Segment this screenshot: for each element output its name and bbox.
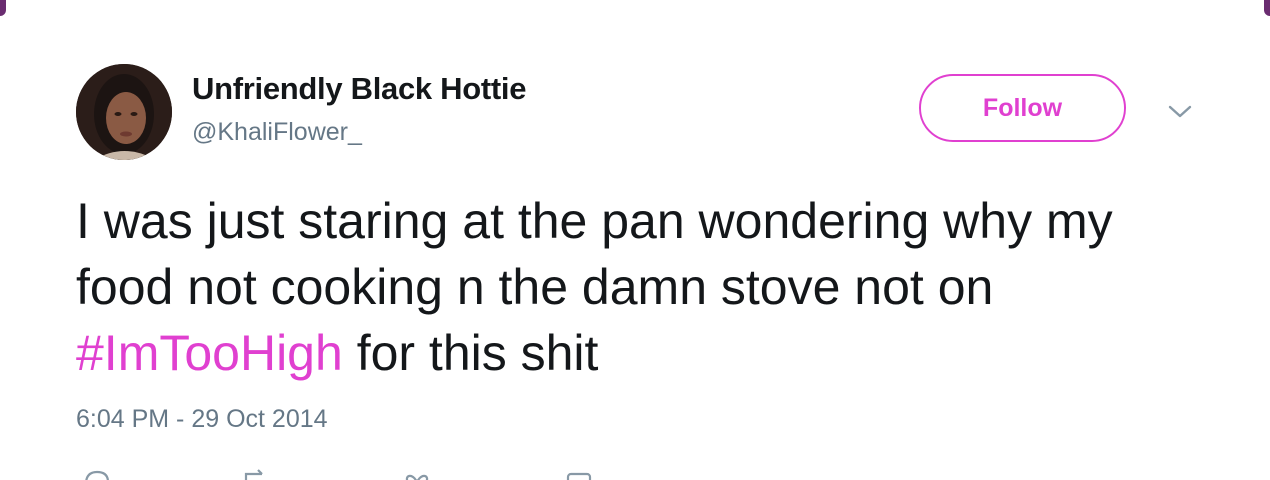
- follow-button[interactable]: Follow: [919, 74, 1126, 142]
- avatar-photo: [76, 64, 172, 160]
- like-icon[interactable]: [402, 468, 432, 480]
- tweet-card: Unfriendly Black Hottie @KhaliFlower_ Fo…: [0, 0, 1270, 480]
- tweet-actions: [76, 468, 676, 480]
- avatar[interactable]: [76, 64, 172, 160]
- tweet-text-tail: for this shit: [342, 325, 599, 381]
- tweet-text: I was just staring at the pan wondering …: [76, 188, 1196, 386]
- author-handle[interactable]: @KhaliFlower_: [192, 118, 362, 147]
- message-icon[interactable]: [564, 468, 594, 480]
- tweet-text-body: I was just staring at the pan wondering …: [76, 193, 1113, 315]
- reply-icon[interactable]: [82, 468, 112, 480]
- tweet-timestamp[interactable]: 6:04 PM - 29 Oct 2014: [76, 405, 328, 434]
- author-display-name[interactable]: Unfriendly Black Hottie: [192, 71, 526, 107]
- hashtag-link[interactable]: #ImTooHigh: [76, 325, 343, 381]
- chevron-down-icon[interactable]: [1166, 100, 1194, 122]
- retweet-icon[interactable]: [240, 468, 270, 480]
- window-edge: [0, 0, 1270, 16]
